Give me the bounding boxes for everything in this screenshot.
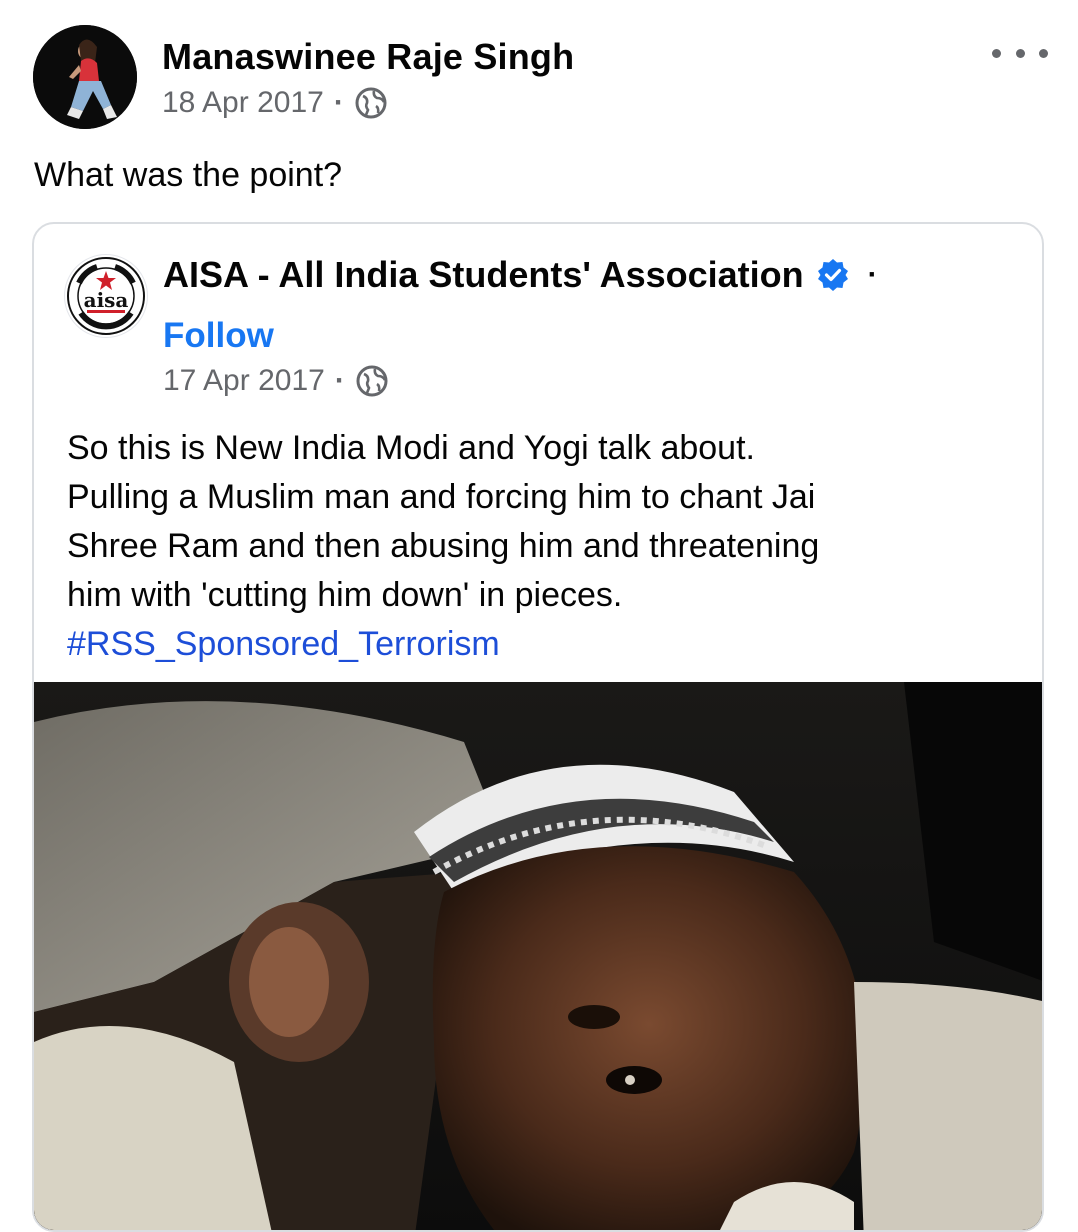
shared-video-thumbnail[interactable] xyxy=(34,682,1042,1230)
shared-post-body: So this is New India Modi and Yogi talk … xyxy=(67,424,1017,669)
body-line: Shree Ram and then abusing him and threa… xyxy=(67,527,820,565)
verified-badge-icon xyxy=(816,258,850,292)
body-line: Pulling a Muslim man and forcing him to … xyxy=(67,478,816,516)
page-name-row: AISA - All India Students' Association · xyxy=(163,254,878,296)
hashtag-link[interactable]: #RSS_Sponsored_Terrorism xyxy=(67,625,500,663)
globe-icon xyxy=(354,86,388,120)
author-name[interactable]: Manaswinee Raje Singh xyxy=(162,36,574,78)
name-separator: · xyxy=(867,258,878,291)
meta-separator: · xyxy=(334,364,345,397)
logo-text: aisa xyxy=(84,288,129,312)
meta-separator: · xyxy=(333,86,344,119)
post-text: What was the point? xyxy=(34,156,343,194)
video-still-image xyxy=(34,682,1042,1230)
page-avatar[interactable]: aisa xyxy=(64,254,148,338)
shared-post-card[interactable]: aisa AISA - All India Students' Associat… xyxy=(32,222,1044,1232)
follow-button[interactable]: Follow xyxy=(163,316,274,356)
shared-post-meta: 17 Apr 2017 · xyxy=(163,364,389,398)
post-date[interactable]: 18 Apr 2017 xyxy=(162,86,324,120)
globe-icon xyxy=(355,364,389,398)
shared-post-date[interactable]: 17 Apr 2017 xyxy=(163,364,325,398)
aisa-logo: aisa xyxy=(67,257,145,335)
post-header: Manaswinee Raje Singh 18 Apr 2017 · xyxy=(0,0,1078,140)
post-meta: 18 Apr 2017 · xyxy=(162,86,388,120)
body-line: him with 'cutting him down' in pieces. xyxy=(67,576,623,614)
author-avatar-image xyxy=(33,25,137,129)
author-avatar[interactable] xyxy=(33,25,137,129)
more-options-icon[interactable] xyxy=(992,38,1048,68)
body-line: So this is New India Modi and Yogi talk … xyxy=(67,429,755,467)
page-name[interactable]: AISA - All India Students' Association xyxy=(163,254,804,296)
